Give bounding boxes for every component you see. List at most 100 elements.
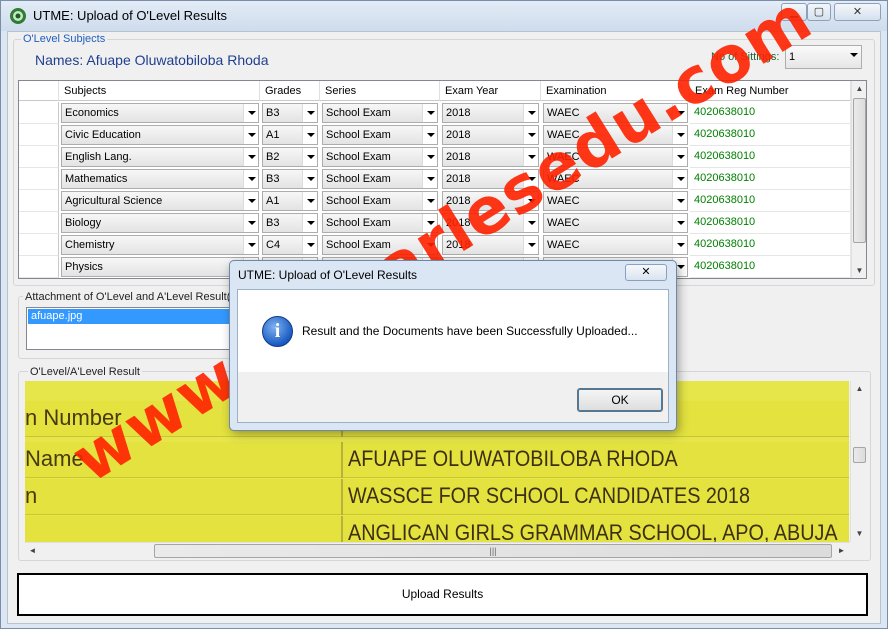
- chevron-down-icon[interactable]: [672, 214, 687, 232]
- result-horizontal-scrollbar[interactable]: ◄ ||| ►: [25, 542, 850, 559]
- grade-select[interactable]: A1: [262, 125, 318, 145]
- column-header-subjects[interactable]: Subjects: [59, 81, 260, 101]
- sittings-select[interactable]: 1: [785, 45, 862, 69]
- grade-select[interactable]: B3: [262, 213, 318, 233]
- chevron-down-icon[interactable]: [523, 104, 538, 122]
- chevron-down-icon[interactable]: [523, 170, 538, 188]
- scroll-up-icon[interactable]: ▲: [852, 381, 867, 396]
- grid-vertical-scrollbar[interactable]: ▲ ▼: [851, 81, 866, 278]
- column-header-grades[interactable]: Grades: [260, 81, 320, 101]
- grid-scroll-thumb[interactable]: [853, 98, 866, 243]
- close-window-button[interactable]: ✕: [834, 3, 881, 21]
- chevron-down-icon[interactable]: [302, 104, 317, 122]
- exam-reg-number-cell[interactable]: 4020638010: [690, 234, 851, 256]
- subject-select[interactable]: Biology: [61, 213, 259, 233]
- chevron-down-icon[interactable]: [243, 104, 258, 122]
- minimize-button[interactable]: ▁: [781, 3, 807, 21]
- grade-select[interactable]: B2: [262, 147, 318, 167]
- series-select[interactable]: School Exam: [322, 125, 438, 145]
- row-header[interactable]: [19, 190, 59, 212]
- subject-select[interactable]: Economics: [61, 103, 259, 123]
- series-select[interactable]: School Exam: [322, 147, 438, 167]
- chevron-down-icon[interactable]: [422, 104, 437, 122]
- subject-select[interactable]: Mathematics: [61, 169, 259, 189]
- scroll-up-icon[interactable]: ▲: [852, 81, 866, 96]
- chevron-down-icon[interactable]: [302, 236, 317, 254]
- examination-select[interactable]: WAEC: [543, 235, 688, 255]
- series-select[interactable]: School Exam: [322, 191, 438, 211]
- row-header[interactable]: [19, 102, 59, 124]
- row-header[interactable]: [19, 124, 59, 146]
- chevron-down-icon[interactable]: [672, 192, 687, 210]
- row-header[interactable]: [19, 168, 59, 190]
- exam-reg-number-cell[interactable]: 4020638010: [690, 256, 851, 278]
- series-select[interactable]: School Exam: [322, 235, 438, 255]
- chevron-down-icon[interactable]: [243, 148, 258, 166]
- chevron-down-icon[interactable]: [672, 236, 687, 254]
- subject-select[interactable]: Chemistry: [61, 235, 259, 255]
- chevron-down-icon[interactable]: [672, 126, 687, 144]
- column-header-exam-year[interactable]: Exam Year: [440, 81, 541, 101]
- exam-reg-number-cell[interactable]: 4020638010: [690, 124, 851, 146]
- chevron-down-icon[interactable]: [523, 148, 538, 166]
- result-hscroll-thumb[interactable]: |||: [154, 544, 832, 558]
- chevron-down-icon[interactable]: [302, 126, 317, 144]
- exam-year-select[interactable]: 2018: [442, 169, 539, 189]
- row-header[interactable]: [19, 146, 59, 168]
- scroll-down-icon[interactable]: ▼: [852, 263, 866, 278]
- chevron-down-icon[interactable]: [302, 148, 317, 166]
- column-header-exam-reg-number[interactable]: Exam Reg Number: [690, 81, 851, 101]
- upload-results-button[interactable]: Upload Results: [17, 573, 868, 616]
- scroll-down-icon[interactable]: ▼: [852, 526, 867, 541]
- chevron-down-icon[interactable]: [422, 126, 437, 144]
- series-select[interactable]: School Exam: [322, 213, 438, 233]
- chevron-down-icon[interactable]: [422, 192, 437, 210]
- chevron-down-icon[interactable]: [302, 170, 317, 188]
- grade-select[interactable]: C4: [262, 235, 318, 255]
- chevron-down-icon[interactable]: [523, 214, 538, 232]
- exam-year-select[interactable]: 2018: [442, 103, 539, 123]
- column-header-examination[interactable]: Examination: [541, 81, 690, 101]
- chevron-down-icon[interactable]: [243, 236, 258, 254]
- grade-select[interactable]: B3: [262, 103, 318, 123]
- examination-select[interactable]: WAEC: [543, 103, 688, 123]
- chevron-down-icon[interactable]: [243, 126, 258, 144]
- chevron-down-icon[interactable]: [422, 214, 437, 232]
- chevron-down-icon[interactable]: [302, 214, 317, 232]
- exam-year-select[interactable]: 2018: [442, 191, 539, 211]
- exam-reg-number-cell[interactable]: 4020638010: [690, 190, 851, 212]
- chevron-down-icon[interactable]: [243, 170, 258, 188]
- exam-year-select[interactable]: 2018: [442, 235, 539, 255]
- ok-button[interactable]: OK: [577, 388, 663, 412]
- chevron-down-icon[interactable]: [672, 104, 687, 122]
- chevron-down-icon[interactable]: [422, 236, 437, 254]
- chevron-down-icon[interactable]: [523, 236, 538, 254]
- chevron-down-icon[interactable]: [243, 192, 258, 210]
- chevron-down-icon[interactable]: [422, 170, 437, 188]
- series-select[interactable]: School Exam: [322, 169, 438, 189]
- column-header-series[interactable]: Series: [320, 81, 440, 101]
- exam-reg-number-cell[interactable]: 4020638010: [690, 146, 851, 168]
- series-select[interactable]: School Exam: [322, 103, 438, 123]
- dialog-close-button[interactable]: ✕: [625, 264, 667, 281]
- examination-select[interactable]: WAEC: [543, 191, 688, 211]
- exam-year-select[interactable]: 2018: [442, 213, 539, 233]
- chevron-down-icon[interactable]: [243, 214, 258, 232]
- row-header[interactable]: [19, 212, 59, 234]
- grade-select[interactable]: A1: [262, 191, 318, 211]
- chevron-down-icon[interactable]: [302, 192, 317, 210]
- subject-select[interactable]: Civic Education: [61, 125, 259, 145]
- maximize-button[interactable]: ▢: [807, 3, 831, 21]
- examination-select[interactable]: WAEC: [543, 147, 688, 167]
- subject-select[interactable]: Agricultural Science: [61, 191, 259, 211]
- scroll-right-icon[interactable]: ►: [834, 543, 849, 558]
- row-header[interactable]: [19, 234, 59, 256]
- examination-select[interactable]: WAEC: [543, 125, 688, 145]
- attachment-list[interactable]: afuape.jpg: [26, 307, 236, 350]
- attachment-item[interactable]: afuape.jpg: [28, 309, 234, 324]
- exam-reg-number-cell[interactable]: 4020638010: [690, 168, 851, 190]
- chevron-down-icon[interactable]: [523, 126, 538, 144]
- exam-reg-number-cell[interactable]: 4020638010: [690, 212, 851, 234]
- examination-select[interactable]: WAEC: [543, 213, 688, 233]
- chevron-down-icon[interactable]: [846, 46, 861, 68]
